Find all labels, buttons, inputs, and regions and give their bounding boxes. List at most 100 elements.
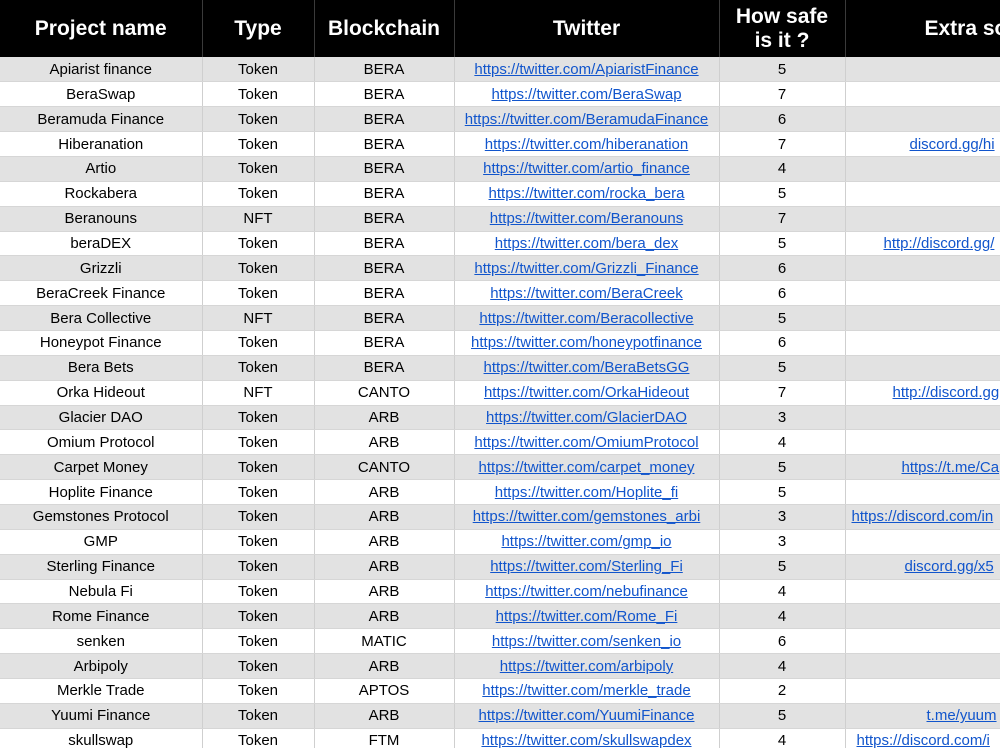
cell-safety[interactable]: 7 [719, 81, 846, 108]
cell-safety[interactable]: 7 [719, 380, 846, 406]
cell-extra-source[interactable]: http://discord.gg [845, 380, 1000, 406]
cell-extra-source[interactable] [845, 81, 1000, 108]
cell-blockchain[interactable]: BERA [314, 106, 455, 133]
cell-project-name[interactable]: Gemstones Protocol [0, 504, 203, 530]
cell-safety[interactable]: 6 [719, 255, 846, 282]
cell-safety[interactable]: 6 [719, 280, 846, 307]
cell-safety[interactable]: 2 [719, 678, 846, 704]
cell-blockchain[interactable]: BERA [314, 280, 455, 307]
cell-type[interactable]: Token [202, 355, 315, 381]
cell-project-name[interactable]: Hiberanation [0, 131, 203, 157]
cell-safety[interactable]: 5 [719, 355, 846, 381]
cell-blockchain[interactable]: ARB [314, 554, 455, 580]
cell-type[interactable]: Token [202, 579, 315, 605]
cell-extra-source[interactable]: t.me/yuum [845, 703, 1000, 729]
cell-safety[interactable]: 7 [719, 131, 846, 157]
cell-extra-source[interactable] [845, 355, 1000, 381]
cell-project-name[interactable]: Beramuda Finance [0, 106, 203, 133]
cell-project-name[interactable]: Grizzli [0, 255, 203, 282]
cell-safety[interactable]: 5 [719, 181, 846, 207]
extra-source-link[interactable]: https://discord.com/i [857, 732, 990, 748]
cell-safety[interactable]: 3 [719, 529, 846, 555]
cell-extra-source[interactable] [845, 479, 1000, 505]
twitter-link[interactable]: https://twitter.com/Rome_Fi [496, 608, 678, 625]
cell-type[interactable]: NFT [202, 206, 315, 232]
cell-type[interactable]: NFT [202, 380, 315, 406]
cell-type[interactable]: Token [202, 554, 315, 580]
cell-twitter[interactable]: https://twitter.com/bera_dex [454, 231, 720, 257]
extra-source-link[interactable]: http://discord.gg [893, 384, 1000, 401]
cell-type[interactable]: Token [202, 405, 315, 431]
cell-twitter[interactable]: https://twitter.com/hiberanation [454, 131, 720, 157]
cell-project-name[interactable]: Bera Bets [0, 355, 203, 381]
twitter-link[interactable]: https://twitter.com/bera_dex [495, 235, 678, 252]
cell-twitter[interactable]: https://twitter.com/ApiaristFinance [454, 57, 720, 83]
twitter-link[interactable]: https://twitter.com/arbipoly [500, 658, 673, 675]
twitter-link[interactable]: https://twitter.com/BeraSwap [491, 86, 681, 103]
cell-safety[interactable]: 6 [719, 628, 846, 655]
cell-type[interactable]: Token [202, 429, 315, 456]
cell-safety[interactable]: 3 [719, 405, 846, 431]
cell-extra-source[interactable] [845, 206, 1000, 232]
cell-twitter[interactable]: https://twitter.com/Sterling_Fi [454, 554, 720, 580]
cell-extra-source[interactable] [845, 405, 1000, 431]
cell-project-name[interactable]: Rome Finance [0, 603, 203, 630]
cell-type[interactable]: Token [202, 181, 315, 207]
cell-type[interactable]: Token [202, 479, 315, 505]
cell-project-name[interactable]: senken [0, 628, 203, 655]
cell-twitter[interactable]: https://twitter.com/merkle_trade [454, 678, 720, 704]
cell-extra-source[interactable] [845, 305, 1000, 331]
cell-safety[interactable]: 5 [719, 554, 846, 580]
cell-blockchain[interactable]: BERA [314, 255, 455, 282]
twitter-link[interactable]: https://twitter.com/BeramudaFinance [465, 111, 708, 128]
twitter-link[interactable]: https://twitter.com/YuumiFinance [479, 707, 695, 724]
twitter-link[interactable]: https://twitter.com/GlacierDAO [486, 409, 687, 426]
cell-project-name[interactable]: beraDEX [0, 231, 203, 257]
cell-project-name[interactable]: skullswap [0, 728, 203, 748]
cell-blockchain[interactable]: ARB [314, 504, 455, 530]
cell-project-name[interactable]: Honeypot Finance [0, 330, 203, 356]
cell-project-name[interactable]: Beranouns [0, 206, 203, 232]
cell-safety[interactable]: 5 [719, 57, 846, 83]
cell-project-name[interactable]: Nebula Fi [0, 579, 203, 605]
cell-safety[interactable]: 5 [719, 479, 846, 505]
twitter-link[interactable]: https://twitter.com/gmp_io [501, 533, 671, 550]
cell-twitter[interactable]: https://twitter.com/OrkaHideout [454, 380, 720, 406]
cell-blockchain[interactable]: ARB [314, 579, 455, 605]
extra-source-link[interactable]: https://discord.com/in [852, 508, 994, 525]
cell-blockchain[interactable]: ARB [314, 653, 455, 679]
extra-source-link[interactable]: https://t.me/Ca [902, 459, 1000, 476]
cell-safety[interactable]: 4 [719, 579, 846, 605]
cell-type[interactable]: Token [202, 454, 315, 481]
cell-blockchain[interactable]: APTOS [314, 678, 455, 704]
cell-blockchain[interactable]: BERA [314, 330, 455, 356]
cell-safety[interactable]: 3 [719, 504, 846, 530]
cell-extra-source[interactable] [845, 628, 1000, 655]
cell-type[interactable]: Token [202, 529, 315, 555]
cell-type[interactable]: Token [202, 653, 315, 679]
cell-safety[interactable]: 5 [719, 231, 846, 257]
cell-project-name[interactable]: BeraCreek Finance [0, 280, 203, 307]
cell-project-name[interactable]: Artio [0, 156, 203, 182]
cell-safety[interactable]: 4 [719, 156, 846, 182]
cell-blockchain[interactable]: CANTO [314, 454, 455, 481]
cell-blockchain[interactable]: ARB [314, 479, 455, 505]
cell-extra-source[interactable] [845, 280, 1000, 307]
twitter-link[interactable]: https://twitter.com/gemstones_arbi [473, 508, 701, 525]
header-project-name[interactable]: Project name [0, 0, 203, 57]
cell-safety[interactable]: 6 [719, 330, 846, 356]
cell-blockchain[interactable]: ARB [314, 703, 455, 729]
cell-twitter[interactable]: https://twitter.com/carpet_money [454, 454, 720, 481]
cell-extra-source[interactable] [845, 330, 1000, 356]
cell-extra-source[interactable]: https://t.me/Ca [845, 454, 1000, 481]
cell-blockchain[interactable]: BERA [314, 181, 455, 207]
cell-twitter[interactable]: https://twitter.com/artio_finance [454, 156, 720, 182]
cell-blockchain[interactable]: FTM [314, 728, 455, 748]
cell-blockchain[interactable]: ARB [314, 429, 455, 456]
cell-project-name[interactable]: Sterling Finance [0, 554, 203, 580]
cell-type[interactable]: Token [202, 330, 315, 356]
cell-extra-source[interactable]: http://discord.gg/ [845, 231, 1000, 257]
twitter-link[interactable]: https://twitter.com/Beracollective [479, 310, 693, 327]
extra-source-link[interactable]: discord.gg/hi [910, 136, 995, 153]
cell-safety[interactable]: 5 [719, 454, 846, 481]
